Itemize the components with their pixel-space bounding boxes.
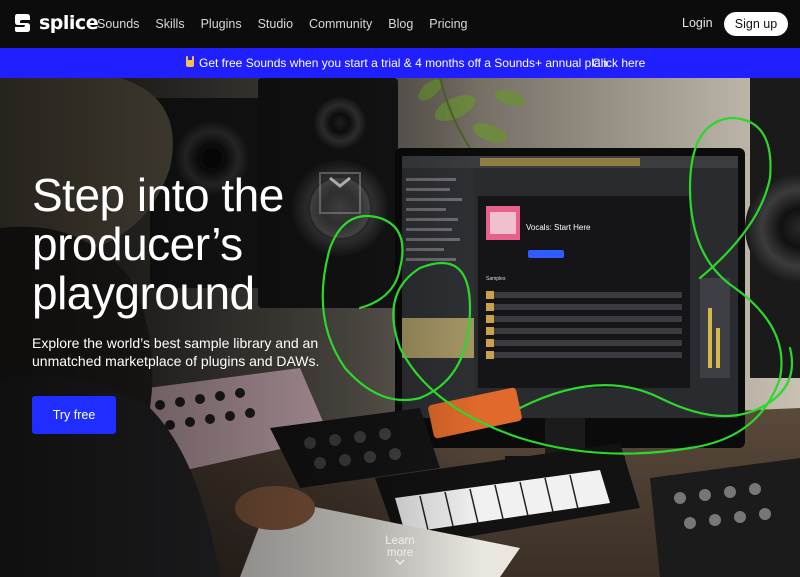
promo-text: Get free Sounds when you start a trial &… (199, 56, 611, 70)
nav-link-community[interactable]: Community (309, 17, 372, 31)
nav-link-skills[interactable]: Skills (155, 17, 184, 31)
splice-logo[interactable]: splice (13, 12, 99, 34)
signup-button[interactable]: Sign up (724, 12, 788, 36)
nav-link-sounds[interactable]: Sounds (97, 17, 139, 31)
promo-text-wrap: Get free Sounds when you start a trial &… (185, 56, 611, 70)
hero-subhead: Explore the world’s best sample library … (32, 335, 320, 369)
top-nav: splice Sounds Skills Plugins Studio Comm… (0, 0, 800, 48)
screen-pack-title: Vocals: Start Here (526, 223, 591, 232)
nav-link-pricing[interactable]: Pricing (429, 17, 467, 31)
main-nav-links: Sounds Skills Plugins Studio Community B… (97, 0, 484, 48)
hero-section: Vocals: Start Here Samples Step into the … (0, 78, 800, 577)
nav-link-studio[interactable]: Studio (258, 17, 293, 31)
chevron-down-icon[interactable] (395, 558, 405, 566)
hero-headline: Step into the producer’s playground (32, 169, 284, 319)
promo-banner: Get free Sounds when you start a trial &… (0, 48, 800, 78)
rock-hand-icon (186, 56, 194, 67)
hero-background-image: Vocals: Start Here Samples (0, 78, 800, 577)
nav-link-blog[interactable]: Blog (388, 17, 413, 31)
login-link[interactable]: Login (682, 16, 713, 30)
nav-link-plugins[interactable]: Plugins (201, 17, 242, 31)
screen-samples-heading: Samples (486, 276, 506, 282)
splice-logo-icon (15, 14, 30, 32)
promo-click-here-link[interactable]: Click here (592, 56, 645, 70)
try-free-button[interactable]: Try free (32, 396, 116, 434)
learn-more-link[interactable]: Learn more (372, 535, 428, 559)
brand-name: splice (39, 12, 99, 34)
